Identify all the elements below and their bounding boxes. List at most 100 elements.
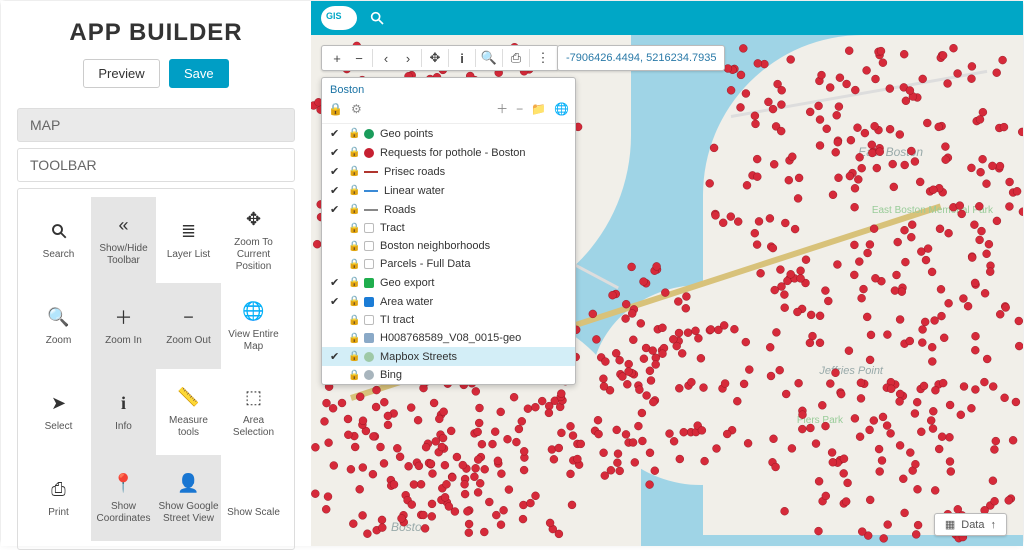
tool-zoom-in[interactable]: ＋Zoom In (91, 283, 156, 369)
back-icon[interactable]: ‹ (375, 47, 397, 69)
coordinate-readout[interactable]: -7906426.4494, 5216234.7935 (557, 45, 725, 71)
layer-lock-icon[interactable]: 🔒 (348, 259, 358, 270)
layer-lock-icon[interactable]: 🔒 (348, 315, 358, 326)
layer-row[interactable]: ✔🔒Geo points (322, 124, 575, 143)
tool-show-scale[interactable]: Show Scale (221, 455, 286, 541)
tool-layer-list[interactable]: ≣Layer List (156, 197, 221, 283)
tool-print[interactable]: ⎙Print (26, 455, 91, 541)
map-label-east-boston: East Boston (858, 145, 923, 159)
layer-row[interactable]: ✔🔒Prisec roads (322, 162, 575, 181)
layer-swatch-icon (364, 297, 374, 307)
globe-icon: 🌐 (242, 299, 264, 323)
tool-label: Measure tools (158, 415, 219, 439)
target-icon: ✥ (246, 207, 261, 231)
layer-visibility-icon[interactable]: ✔ (330, 276, 342, 289)
layer-lock-icon[interactable]: 🔒 (348, 147, 358, 158)
layer-swatch-icon (364, 171, 378, 173)
layer-lock-icon[interactable]: 🔒 (348, 223, 358, 234)
layer-label: H008768589_V08_0015-geo (380, 332, 567, 344)
tool-label: Show Scale (227, 507, 280, 519)
layer-row[interactable]: ✔🔒Requests for pothole - Boston (322, 143, 575, 162)
layer-lock-icon[interactable]: 🔒 (348, 277, 358, 288)
section-map-header[interactable]: MAP (17, 108, 295, 142)
tool-show-coordinates[interactable]: 📍Show Coordinates (91, 455, 156, 541)
layer-lock-icon[interactable]: 🔒 (348, 185, 358, 196)
layer-row[interactable]: 🔒Boston neighborhoods (322, 237, 575, 255)
map-label-boston: Boston (391, 520, 428, 534)
layer-lock-icon[interactable]: 🔒 (348, 370, 358, 381)
list-icon: ≣ (181, 219, 196, 243)
app-topbar (311, 1, 1023, 35)
layer-row[interactable]: 🔒Parcels - Full Data (322, 255, 575, 273)
search-icon[interactable] (369, 10, 385, 26)
layer-visibility-icon[interactable]: ✔ (330, 165, 342, 178)
layer-row[interactable]: 🔒Tract (322, 219, 575, 237)
tool-show-google-street-view[interactable]: 👤Show Google Street View (156, 455, 221, 541)
forward-icon[interactable]: › (397, 47, 419, 69)
layer-visibility-icon[interactable]: ✔ (330, 127, 342, 140)
tool-select[interactable]: ➤Select (26, 369, 91, 455)
tool-measure-tools[interactable]: 📏Measure tools (156, 369, 221, 455)
layer-visibility-icon[interactable]: ✔ (330, 184, 342, 197)
zoom-box-icon[interactable]: 🔍 (478, 47, 500, 69)
add-layer-icon[interactable]: ＋ (496, 100, 508, 117)
layer-lock-icon[interactable]: 🔒 (348, 204, 358, 215)
layer-row[interactable]: 🔒TI tract (322, 311, 575, 329)
layer-row[interactable]: ✔ 🔒 Geo export (322, 273, 575, 292)
layer-lock-icon[interactable]: 🔒 (348, 166, 358, 177)
project-name[interactable]: Boston (322, 78, 575, 98)
layer-row[interactable]: ✔🔒Roads (322, 200, 575, 219)
globe-icon[interactable]: 🌐 (554, 102, 569, 116)
tool-zoom-out[interactable]: −Zoom Out (156, 283, 221, 369)
layer-visibility-icon[interactable]: ✔ (330, 350, 342, 363)
data-panel-button[interactable]: ▦ Data ↑ (934, 513, 1007, 536)
layer-swatch-icon (364, 370, 374, 380)
layer-row[interactable]: ✔ 🔒 Mapbox Streets (322, 347, 575, 366)
layer-label: Linear water (384, 185, 567, 197)
tool-view-entire-map[interactable]: 🌐View Entire Map (221, 283, 286, 369)
layer-lock-icon[interactable]: 🔒 (348, 351, 358, 362)
delete-layer-icon[interactable]: − (516, 102, 523, 116)
pan-icon[interactable]: ✥ (424, 47, 446, 69)
minus-icon: − (183, 305, 194, 329)
layer-label: Mapbox Streets (380, 351, 567, 363)
settings-icon[interactable]: ⚙ (351, 102, 362, 116)
print-icon[interactable]: ⎙ (505, 47, 527, 69)
tool-zoom[interactable]: 🔍Zoom (26, 283, 91, 369)
layer-lock-icon[interactable]: 🔒 (348, 333, 358, 344)
more-icon[interactable]: ⋮ (532, 47, 554, 69)
tool-zoom-to-current-position[interactable]: ✥Zoom To Current Position (221, 197, 286, 283)
layer-visibility-icon[interactable]: ✔ (330, 146, 342, 159)
layer-swatch-icon (364, 278, 374, 288)
layer-lock-icon[interactable]: 🔒 (348, 128, 358, 139)
layer-lock-icon[interactable]: 🔒 (348, 296, 358, 307)
tool-show-hide-toolbar[interactable]: «Show/Hide Toolbar (91, 197, 156, 283)
lock-icon[interactable]: 🔒 (328, 102, 343, 116)
preview-button[interactable]: Preview (83, 59, 159, 88)
tool-area-selection[interactable]: ⬚Area Selection (221, 369, 286, 455)
tool-search[interactable]: Search (26, 197, 91, 283)
zoom-out-icon[interactable]: − (348, 47, 370, 69)
folder-icon[interactable]: 📁 (531, 102, 546, 116)
giscloud-logo-icon[interactable] (321, 6, 357, 30)
tool-label: Zoom (46, 335, 72, 347)
layer-row[interactable]: 🔒Bing (322, 366, 575, 384)
map-label-jeffries: Jeffries Point (819, 365, 883, 377)
map-area[interactable]: East Boston East Boston Memorial Park Pi… (311, 1, 1023, 546)
layer-list: ✔🔒Geo points✔🔒Requests for pothole - Bos… (322, 124, 575, 384)
layer-row[interactable]: ✔ 🔒 Linear water (322, 181, 575, 200)
save-button[interactable]: Save (169, 59, 229, 88)
app-title: APP BUILDER (17, 19, 295, 47)
dsel-icon: ⬚ (245, 385, 262, 409)
tool-info[interactable]: iInfo (91, 369, 156, 455)
layer-label: Geo export (380, 277, 567, 289)
section-toolbar-header[interactable]: TOOLBAR (17, 148, 295, 182)
search-icon (50, 219, 68, 243)
layer-visibility-icon[interactable]: ✔ (330, 203, 342, 216)
info-icon[interactable]: i (451, 47, 473, 69)
layer-lock-icon[interactable]: 🔒 (348, 241, 358, 252)
layer-visibility-icon[interactable]: ✔ (330, 295, 342, 308)
layer-row[interactable]: 🔒 H008768589_V08_0015-geo (322, 329, 575, 347)
layer-row[interactable]: ✔🔒Area water (322, 292, 575, 311)
zoom-in-icon[interactable]: + (326, 47, 348, 69)
